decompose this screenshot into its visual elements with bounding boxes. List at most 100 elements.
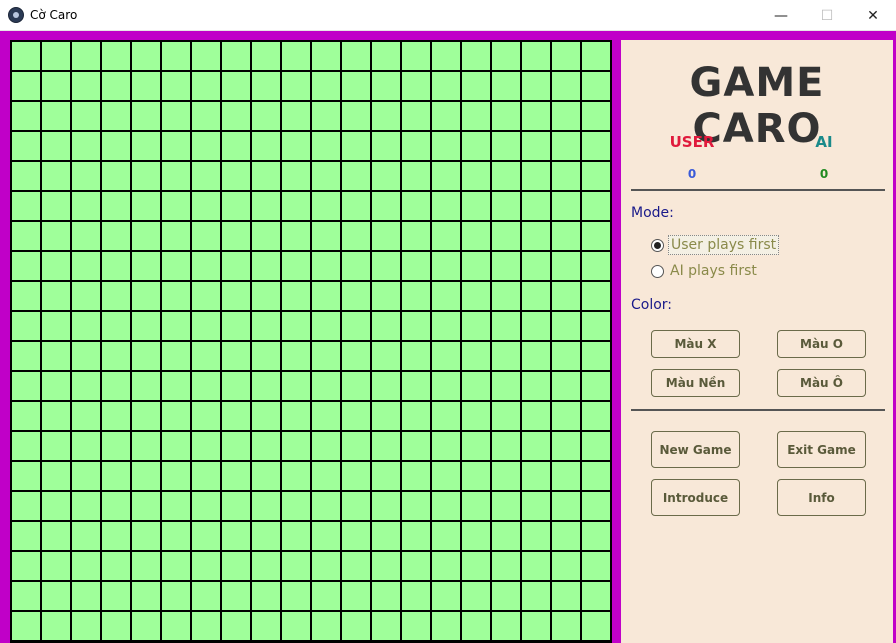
board-cell[interactable] — [402, 252, 430, 280]
board-cell[interactable] — [432, 432, 460, 460]
board-cell[interactable] — [252, 42, 280, 70]
board-cell[interactable] — [312, 102, 340, 130]
close-button[interactable]: ✕ — [850, 0, 896, 31]
board-cell[interactable] — [72, 492, 100, 520]
board-cell[interactable] — [492, 312, 520, 340]
board-cell[interactable] — [192, 522, 220, 550]
board-cell[interactable] — [252, 552, 280, 580]
board-cell[interactable] — [42, 222, 70, 250]
board-cell[interactable] — [402, 162, 430, 190]
board-cell[interactable] — [492, 372, 520, 400]
board-cell[interactable] — [12, 432, 40, 460]
board-cell[interactable] — [252, 372, 280, 400]
board-cell[interactable] — [342, 102, 370, 130]
board-cell[interactable] — [402, 102, 430, 130]
board-cell[interactable] — [12, 372, 40, 400]
board-cell[interactable] — [282, 372, 310, 400]
board-cell[interactable] — [42, 522, 70, 550]
board-cell[interactable] — [342, 552, 370, 580]
board-cell[interactable] — [312, 312, 340, 340]
board-cell[interactable] — [282, 342, 310, 370]
board-cell[interactable] — [522, 492, 550, 520]
board-cell[interactable] — [432, 102, 460, 130]
radio-label[interactable]: AI plays first — [668, 262, 759, 280]
board-cell[interactable] — [102, 42, 130, 70]
board-cell[interactable] — [252, 222, 280, 250]
board-cell[interactable] — [402, 72, 430, 100]
board-cell[interactable] — [222, 162, 250, 190]
board-cell[interactable] — [42, 162, 70, 190]
board-cell[interactable] — [462, 162, 490, 190]
board-cell[interactable] — [372, 252, 400, 280]
board-cell[interactable] — [162, 432, 190, 460]
board-cell[interactable] — [312, 342, 340, 370]
board-cell[interactable] — [552, 432, 580, 460]
board-cell[interactable] — [132, 582, 160, 610]
board-cell[interactable] — [102, 342, 130, 370]
board-cell[interactable] — [342, 252, 370, 280]
color-x-button[interactable]: Màu X — [651, 330, 740, 358]
board-cell[interactable] — [312, 192, 340, 220]
board-cell[interactable] — [102, 522, 130, 550]
board-cell[interactable] — [402, 462, 430, 490]
board-cell[interactable] — [462, 612, 490, 640]
board-cell[interactable] — [462, 372, 490, 400]
board-cell[interactable] — [522, 462, 550, 490]
board-cell[interactable] — [402, 522, 430, 550]
board-cell[interactable] — [372, 312, 400, 340]
board-cell[interactable] — [552, 612, 580, 640]
info-button[interactable]: Info — [777, 479, 866, 516]
maximize-button[interactable]: ☐ — [804, 0, 850, 31]
board-cell[interactable] — [342, 612, 370, 640]
radio-ai-plays-first[interactable]: AI plays first — [651, 261, 759, 281]
board-cell[interactable] — [252, 582, 280, 610]
board-cell[interactable] — [222, 582, 250, 610]
board-cell[interactable] — [462, 522, 490, 550]
board-cell[interactable] — [462, 222, 490, 250]
board-cell[interactable] — [522, 312, 550, 340]
board-cell[interactable] — [192, 102, 220, 130]
board-cell[interactable] — [372, 222, 400, 250]
board-cell[interactable] — [132, 102, 160, 130]
board-cell[interactable] — [42, 252, 70, 280]
board-cell[interactable] — [312, 492, 340, 520]
board-cell[interactable] — [102, 222, 130, 250]
board-cell[interactable] — [342, 402, 370, 430]
board-cell[interactable] — [582, 612, 610, 640]
board-cell[interactable] — [132, 462, 160, 490]
board-cell[interactable] — [282, 552, 310, 580]
board-cell[interactable] — [222, 282, 250, 310]
board-cell[interactable] — [282, 42, 310, 70]
radio-button-checked[interactable] — [651, 238, 664, 252]
board-cell[interactable] — [102, 282, 130, 310]
board-cell[interactable] — [552, 102, 580, 130]
board-cell[interactable] — [432, 552, 460, 580]
board-cell[interactable] — [12, 132, 40, 160]
board-cell[interactable] — [462, 282, 490, 310]
board-cell[interactable] — [522, 192, 550, 220]
board-cell[interactable] — [222, 192, 250, 220]
board-cell[interactable] — [342, 432, 370, 460]
board-cell[interactable] — [432, 192, 460, 220]
board-cell[interactable] — [162, 372, 190, 400]
board-cell[interactable] — [132, 552, 160, 580]
board-cell[interactable] — [582, 42, 610, 70]
board-cell[interactable] — [402, 42, 430, 70]
board-cell[interactable] — [42, 42, 70, 70]
board-cell[interactable] — [582, 342, 610, 370]
board-cell[interactable] — [402, 282, 430, 310]
board-cell[interactable] — [42, 372, 70, 400]
board-cell[interactable] — [462, 252, 490, 280]
board-cell[interactable] — [162, 612, 190, 640]
board-cell[interactable] — [252, 162, 280, 190]
board-cell[interactable] — [162, 192, 190, 220]
board-cell[interactable] — [192, 192, 220, 220]
board-cell[interactable] — [522, 552, 550, 580]
board-cell[interactable] — [282, 612, 310, 640]
board-cell[interactable] — [132, 252, 160, 280]
board-cell[interactable] — [402, 372, 430, 400]
board-cell[interactable] — [132, 72, 160, 100]
board-cell[interactable] — [162, 72, 190, 100]
board-cell[interactable] — [12, 222, 40, 250]
board-cell[interactable] — [522, 162, 550, 190]
